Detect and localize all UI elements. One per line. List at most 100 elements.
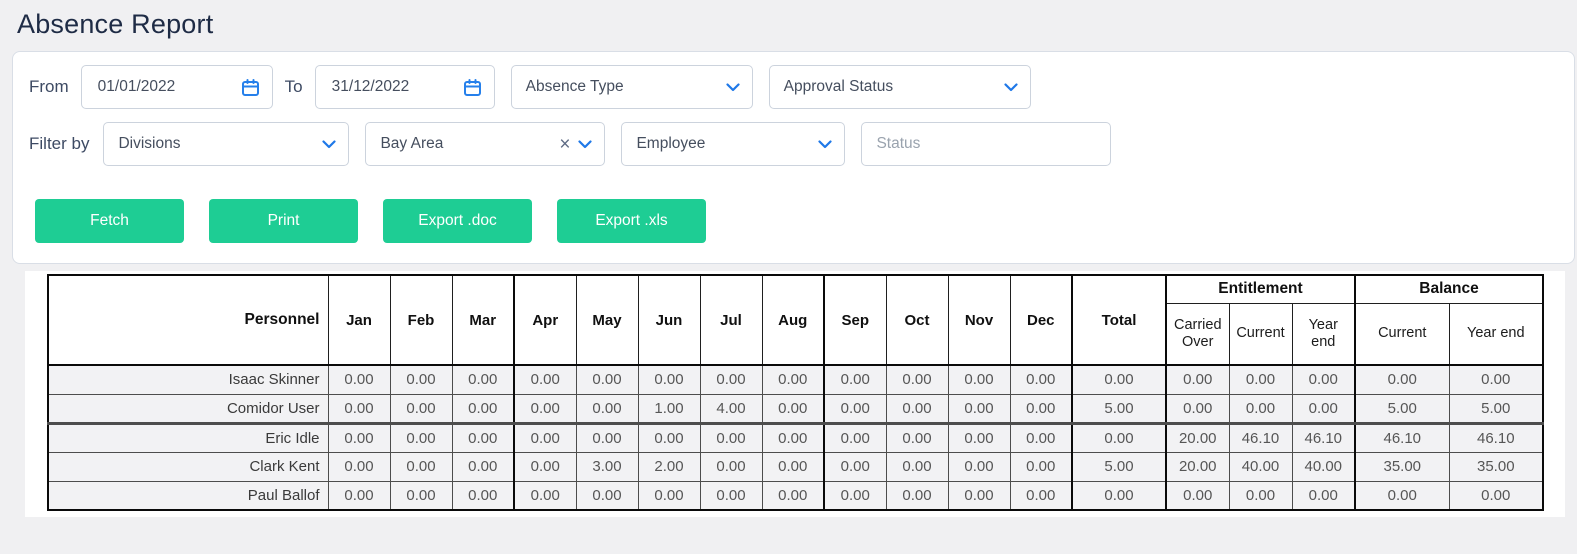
entitlement-value-cell: 46.10: [1291, 421, 1356, 453]
to-label: To: [284, 77, 303, 96]
month-value-cell: 0.00: [451, 393, 515, 424]
month-value-cell: 0.00: [327, 365, 391, 395]
month-value-cell: 0.00: [885, 365, 949, 395]
month-value-cell: 0.00: [885, 421, 949, 453]
month-value-cell: 0.00: [947, 421, 1011, 453]
approval-status-select[interactable]: Approval Status: [768, 65, 1031, 109]
entitlement-value-cell: 0.00: [1228, 480, 1293, 511]
print-button[interactable]: Print: [209, 199, 358, 243]
month-value-cell: 0.00: [575, 393, 639, 424]
group-header-entitlement: Entitlement: [1164, 274, 1356, 304]
chevron-down-icon: [818, 139, 833, 149]
column-header-month: Jan: [327, 274, 391, 366]
month-value-cell: 0.00: [947, 393, 1011, 424]
month-value-cell: 0.00: [1009, 451, 1073, 482]
month-value-cell: 4.00: [699, 393, 763, 424]
month-value-cell: 0.00: [947, 365, 1011, 395]
from-date-input[interactable]: [95, 77, 216, 97]
personnel-cell: Eric Idle: [47, 421, 329, 453]
month-value-cell: 0.00: [451, 365, 515, 395]
balance-value-cell: 46.10: [1354, 421, 1450, 453]
month-value-cell: 0.00: [513, 451, 577, 482]
division-value-select[interactable]: Bay Area ×: [365, 122, 606, 166]
month-value-cell: 0.00: [389, 451, 453, 482]
entitlement-value-cell: 40.00: [1291, 451, 1356, 482]
employee-select[interactable]: Employee: [621, 122, 846, 166]
column-header-total: Total: [1071, 274, 1167, 366]
month-value-cell: 3.00: [575, 451, 639, 482]
calendar-icon[interactable]: [241, 78, 260, 97]
month-value-cell: 0.00: [451, 451, 515, 482]
column-header-month: Mar: [451, 274, 515, 366]
total-value-cell: 0.00: [1071, 480, 1167, 511]
month-value-cell: 0.00: [327, 451, 391, 482]
month-value-cell: 0.00: [947, 480, 1011, 511]
calendar-icon[interactable]: [463, 78, 482, 97]
column-header-month: Feb: [389, 274, 453, 366]
month-value-cell: 0.00: [513, 393, 577, 424]
month-value-cell: 0.00: [885, 393, 949, 424]
balance-value-cell: 0.00: [1354, 365, 1450, 395]
report-table-card: Personnel Jan Feb Mar Apr May Jun Jul Aug Sep Oct N…: [25, 271, 1565, 517]
entitlement-value-cell: 0.00: [1228, 393, 1293, 424]
filter-by-label: Filter by: [29, 134, 90, 153]
column-header-month: Sep: [823, 274, 887, 366]
month-value-cell: 2.00: [637, 451, 701, 482]
total-value-cell: 5.00: [1071, 451, 1167, 482]
balance-value-cell: 35.00: [1354, 451, 1450, 482]
total-value-cell: 0.00: [1071, 421, 1167, 453]
divisions-select[interactable]: Divisions: [103, 122, 350, 166]
to-date-input[interactable]: [329, 77, 450, 97]
fetch-button[interactable]: Fetch: [35, 199, 184, 243]
balance-value-cell: 5.00: [1448, 393, 1544, 424]
column-header-personnel: Personnel: [47, 274, 329, 366]
from-date-field[interactable]: [80, 65, 273, 109]
month-value-cell: 0.00: [699, 365, 763, 395]
month-value-cell: 0.00: [761, 480, 825, 511]
month-value-cell: 0.00: [885, 451, 949, 482]
entitlement-value-cell: 0.00: [1291, 365, 1356, 395]
balance-value-cell: 35.00: [1448, 451, 1544, 482]
column-header-month: Jul: [699, 274, 763, 366]
export-doc-button[interactable]: Export .doc: [383, 199, 532, 243]
filter-by-row: Filter by Divisions Bay Area × Employee: [29, 122, 1558, 166]
filter-panel: From To: [12, 51, 1575, 264]
month-value-cell: 0.00: [513, 365, 577, 395]
table-row: Eric Idle 0.00 0.00 0.00 0.00 0.00 0.00 0.00 0.0…: [47, 421, 1544, 453]
column-header-month: Aug: [761, 274, 825, 366]
entitlement-value-cell: 0.00: [1228, 365, 1293, 395]
column-header-month: Oct: [885, 274, 949, 366]
export-xls-button[interactable]: Export .xls: [557, 199, 706, 243]
actions-row: Fetch Print Export .doc Export .xls: [35, 199, 1558, 243]
total-value-cell: 5.00: [1071, 393, 1167, 424]
total-value-cell: 0.00: [1071, 365, 1167, 395]
column-header-month: Apr: [513, 274, 577, 366]
group-header-balance: Balance: [1354, 274, 1544, 304]
month-value-cell: 0.00: [637, 365, 701, 395]
absence-type-select[interactable]: Absence Type: [510, 65, 753, 109]
month-value-cell: 0.00: [699, 480, 763, 511]
absence-type-value: Absence Type: [525, 78, 624, 95]
approval-status-value: Approval Status: [783, 78, 894, 95]
status-input[interactable]: [861, 122, 1112, 166]
divisions-value: Divisions: [118, 135, 181, 152]
table-header-row-groups: Personnel Jan Feb Mar Apr May Jun Jul Aug Sep Oct N…: [47, 274, 1544, 366]
month-value-cell: 0.00: [575, 480, 639, 511]
to-date-field[interactable]: [314, 65, 495, 109]
month-value-cell: 0.00: [513, 421, 577, 453]
month-value-cell: 0.00: [761, 421, 825, 453]
month-value-cell: 1.00: [637, 393, 701, 424]
column-header-balance-year-end: Year end: [1448, 302, 1544, 366]
month-value-cell: 0.00: [885, 480, 949, 511]
entitlement-value-cell: 40.00: [1228, 451, 1293, 482]
column-header-entitlement-carried-over: Carried Over: [1165, 302, 1230, 366]
column-header-month: Nov: [947, 274, 1011, 366]
month-value-cell: 0.00: [823, 365, 887, 395]
month-value-cell: 0.00: [389, 365, 453, 395]
clear-selection-icon[interactable]: ×: [557, 135, 572, 154]
month-value-cell: 0.00: [575, 421, 639, 453]
from-label: From: [29, 77, 69, 96]
chevron-down-icon: [726, 82, 740, 92]
month-value-cell: 0.00: [389, 421, 453, 453]
division-selected-value: Bay Area: [380, 135, 444, 152]
